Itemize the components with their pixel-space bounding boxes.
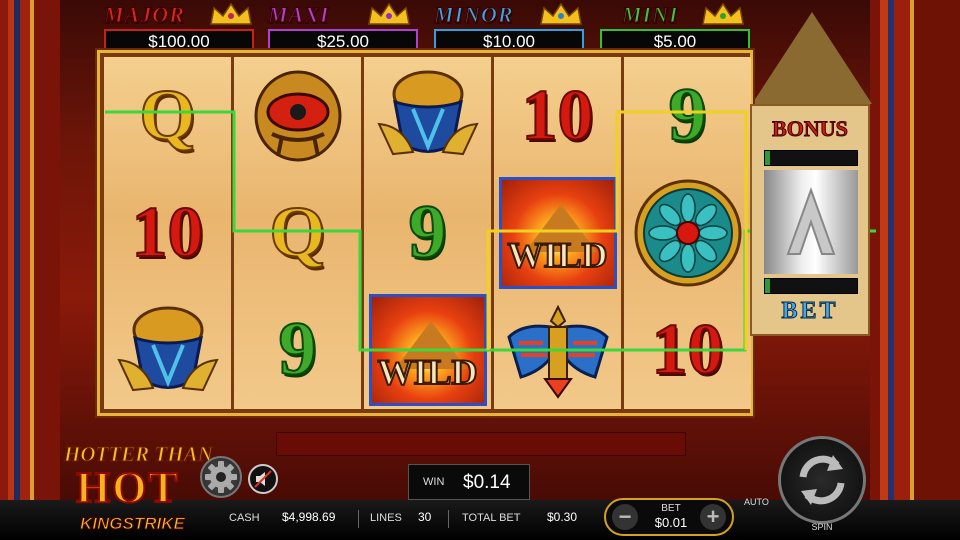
wild-text: WILD — [506, 234, 608, 276]
bet-increase-button[interactable]: + — [700, 504, 726, 530]
reel-3: 9 WILD — [364, 57, 491, 409]
logo-line-2: HOT — [75, 462, 180, 513]
scarab-icon — [364, 57, 491, 174]
jackpot-title: MINOR — [434, 2, 514, 28]
divider — [448, 510, 449, 528]
message-bar — [276, 432, 686, 456]
bonus-meter-top — [764, 150, 858, 166]
cash-value: $4,998.69 — [282, 510, 336, 524]
logo-line-3: KINGSTRIKE — [80, 514, 186, 534]
bonus-panel: BONUS BET — [750, 104, 870, 336]
game-stage: MAJOR $100.00 MAXI $25.00 MINOR $10.00 M… — [0, 0, 960, 540]
wild-symbol: WILD — [494, 174, 621, 291]
lines-label: LINES — [370, 512, 402, 524]
crown-icon — [702, 2, 744, 25]
symbol-q: Q — [138, 74, 196, 156]
crown-icon — [540, 2, 582, 25]
win-label: WIN — [423, 476, 445, 488]
reel-2: Q 9 — [234, 57, 361, 409]
bonus-window — [764, 170, 858, 274]
lotus-shield-icon — [624, 174, 751, 291]
spin-label: SPIN — [811, 522, 833, 532]
eagle-icon — [494, 291, 621, 408]
eye-of-horus-icon — [234, 57, 361, 174]
game-logo: HOTTER THAN HOT KINGSTRIKE — [52, 430, 214, 534]
jackpot-maxi: MAXI $25.00 — [267, 2, 418, 54]
settings-button[interactable] — [200, 456, 242, 498]
bet-control: − BET $0.01 + — [604, 498, 734, 536]
reel-1: Q 10 — [104, 57, 231, 409]
total-bet-label: TOTAL BET — [462, 512, 521, 524]
crown-icon — [210, 2, 252, 25]
left-pillar-decoration — [0, 0, 60, 540]
speaker-muted-icon — [254, 470, 272, 488]
jackpot-major: MAJOR $100.00 — [104, 2, 254, 54]
spin-button[interactable] — [778, 436, 866, 524]
wild-symbol: WILD — [364, 291, 491, 408]
reel-frame: Q 10 Q 9 9 WILD 10 WILD 9 10 — [97, 50, 753, 416]
crown-icon — [368, 2, 410, 25]
jackpot-title: MAXI — [267, 2, 330, 28]
right-pillar-decoration — [870, 0, 960, 540]
mute-button[interactable] — [248, 464, 278, 494]
pyramid-decoration — [752, 12, 872, 104]
bonus-title: BONUS — [772, 116, 849, 142]
autoplay-button[interactable]: AUTO — [744, 497, 769, 507]
symbol-nine: 9 — [668, 72, 708, 158]
symbol-q: Q — [268, 191, 326, 273]
bonus-meter-bottom — [764, 278, 858, 294]
refresh-icon — [799, 455, 845, 505]
symbol-ten: 10 — [651, 308, 725, 390]
reel-5: 9 10 — [624, 57, 751, 409]
jackpot-title: MAJOR — [104, 2, 185, 28]
scarab-icon — [104, 291, 231, 408]
win-value: $0.14 — [463, 472, 511, 493]
jackpot-mini: MINI $5.00 — [600, 2, 750, 54]
win-display: WIN $0.14 — [408, 464, 530, 500]
wild-text: WILD — [376, 351, 478, 393]
divider — [358, 510, 359, 528]
logo-a-icon — [786, 187, 836, 255]
symbol-ten: 10 — [521, 74, 595, 156]
gear-icon — [205, 461, 237, 493]
cash-label: CASH — [229, 512, 260, 524]
jackpot-title: MINI — [622, 2, 679, 28]
total-bet-value: $0.30 — [547, 510, 578, 524]
symbol-ten: 10 — [131, 191, 205, 273]
lines-value: 30 — [418, 510, 432, 524]
symbol-nine: 9 — [408, 189, 448, 275]
bonus-bet-label: BET — [781, 298, 839, 325]
reel-4: 10 WILD — [494, 57, 621, 409]
jackpot-minor: MINOR $10.00 — [434, 2, 584, 54]
symbol-nine: 9 — [278, 306, 318, 392]
